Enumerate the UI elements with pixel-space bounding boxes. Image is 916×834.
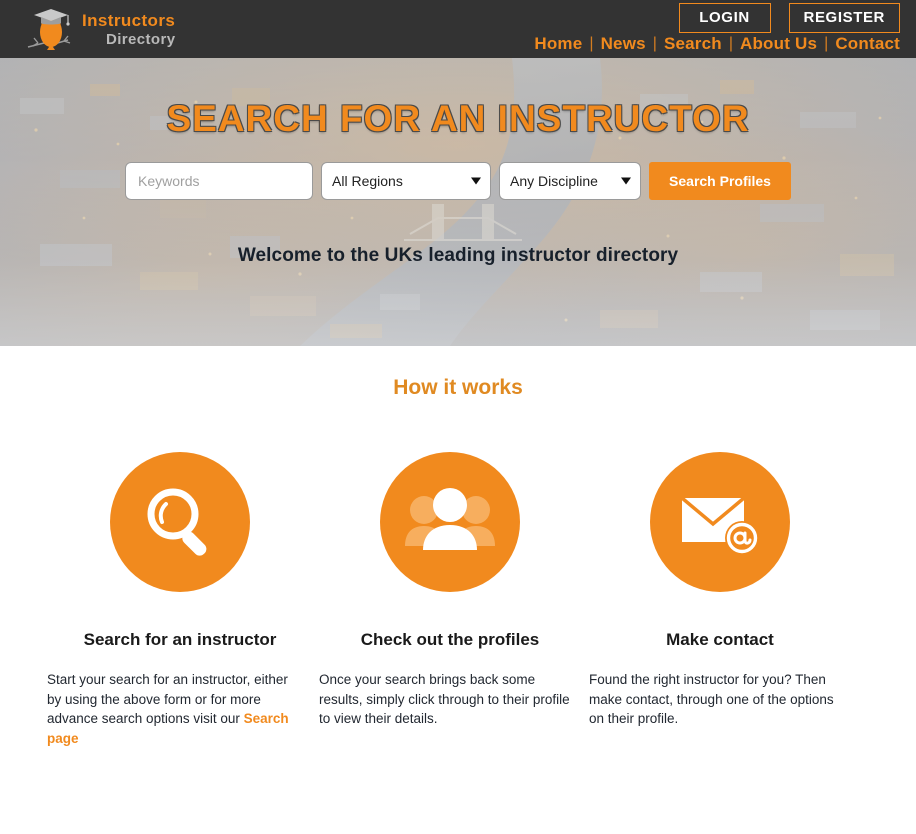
hero-banner: SEARCH FOR AN INSTRUCTOR All Regions Any… xyxy=(0,58,916,346)
feature-body: Found the right instructor for you? Then… xyxy=(589,672,834,727)
feature-column-search: Search for an instructor Start your sear… xyxy=(45,452,315,748)
owl-graduate-icon xyxy=(27,9,71,50)
feature-column-contact: Make contact Found the right instructor … xyxy=(585,452,855,748)
feature-title: Search for an instructor xyxy=(83,630,277,649)
envelope-at-icon xyxy=(680,496,759,555)
nav-item-about-us[interactable]: About Us xyxy=(740,34,817,54)
instructor-search-form: All Regions Any Discipline Search Profil… xyxy=(0,162,916,200)
icon-circle xyxy=(650,452,790,592)
region-select[interactable]: All Regions xyxy=(321,162,492,200)
magnifier-icon xyxy=(147,488,207,556)
nav-separator: | xyxy=(728,35,733,52)
nav-item-home[interactable]: Home xyxy=(534,34,582,54)
icon-circle xyxy=(110,452,250,592)
feature-title: Make contact xyxy=(666,630,774,649)
nav-item-news[interactable]: News xyxy=(601,34,646,54)
nav-separator: | xyxy=(824,35,829,52)
page-title: SEARCH FOR AN INSTRUCTOR xyxy=(166,98,750,139)
auth-buttons: LOGIN REGISTER xyxy=(678,3,900,33)
how-it-works-section: How it works Search for an instructor St… xyxy=(0,346,916,749)
feature-icon-wrap xyxy=(45,452,315,602)
discipline-select[interactable]: Any Discipline xyxy=(499,162,642,200)
icon-circle xyxy=(380,452,520,592)
logo-primary-text: Instructors xyxy=(82,10,176,30)
discipline-select-wrap: Any Discipline xyxy=(499,162,642,200)
feature-title: Check out the profiles xyxy=(360,630,540,649)
logo-secondary-text: Directory xyxy=(106,30,176,48)
nav-item-search[interactable]: Search xyxy=(664,34,722,54)
login-button[interactable]: LOGIN xyxy=(678,3,771,33)
region-select-wrap: All Regions xyxy=(321,162,492,200)
users-group-icon xyxy=(405,488,495,550)
site-logo[interactable]: Instructors Directory xyxy=(24,2,175,56)
section-title: How it works xyxy=(393,376,523,399)
search-keywords-input[interactable] xyxy=(125,162,314,200)
feature-icon-wrap xyxy=(585,452,855,602)
feature-column-profiles: Check out the profiles Once your search … xyxy=(315,452,585,748)
feature-body: Once your search brings back some result… xyxy=(319,672,570,727)
nav-item-contact[interactable]: Contact xyxy=(835,34,900,54)
register-button[interactable]: REGISTER xyxy=(788,3,900,33)
main-navigation: Home | News | Search | About Us | Contac… xyxy=(534,34,900,54)
feature-icon-wrap xyxy=(315,452,585,602)
feature-body: Start your search for an instructor, eit… xyxy=(45,650,315,748)
hero-tagline: Welcome to the UKs leading instructor di… xyxy=(237,245,679,266)
nav-separator: | xyxy=(652,35,657,52)
nav-separator: | xyxy=(589,35,594,52)
site-header: Instructors Directory LOGIN REGISTER Hom… xyxy=(0,0,916,58)
search-profiles-button[interactable]: Search Profiles xyxy=(649,162,791,200)
feature-columns: Search for an instructor Start your sear… xyxy=(0,452,916,748)
